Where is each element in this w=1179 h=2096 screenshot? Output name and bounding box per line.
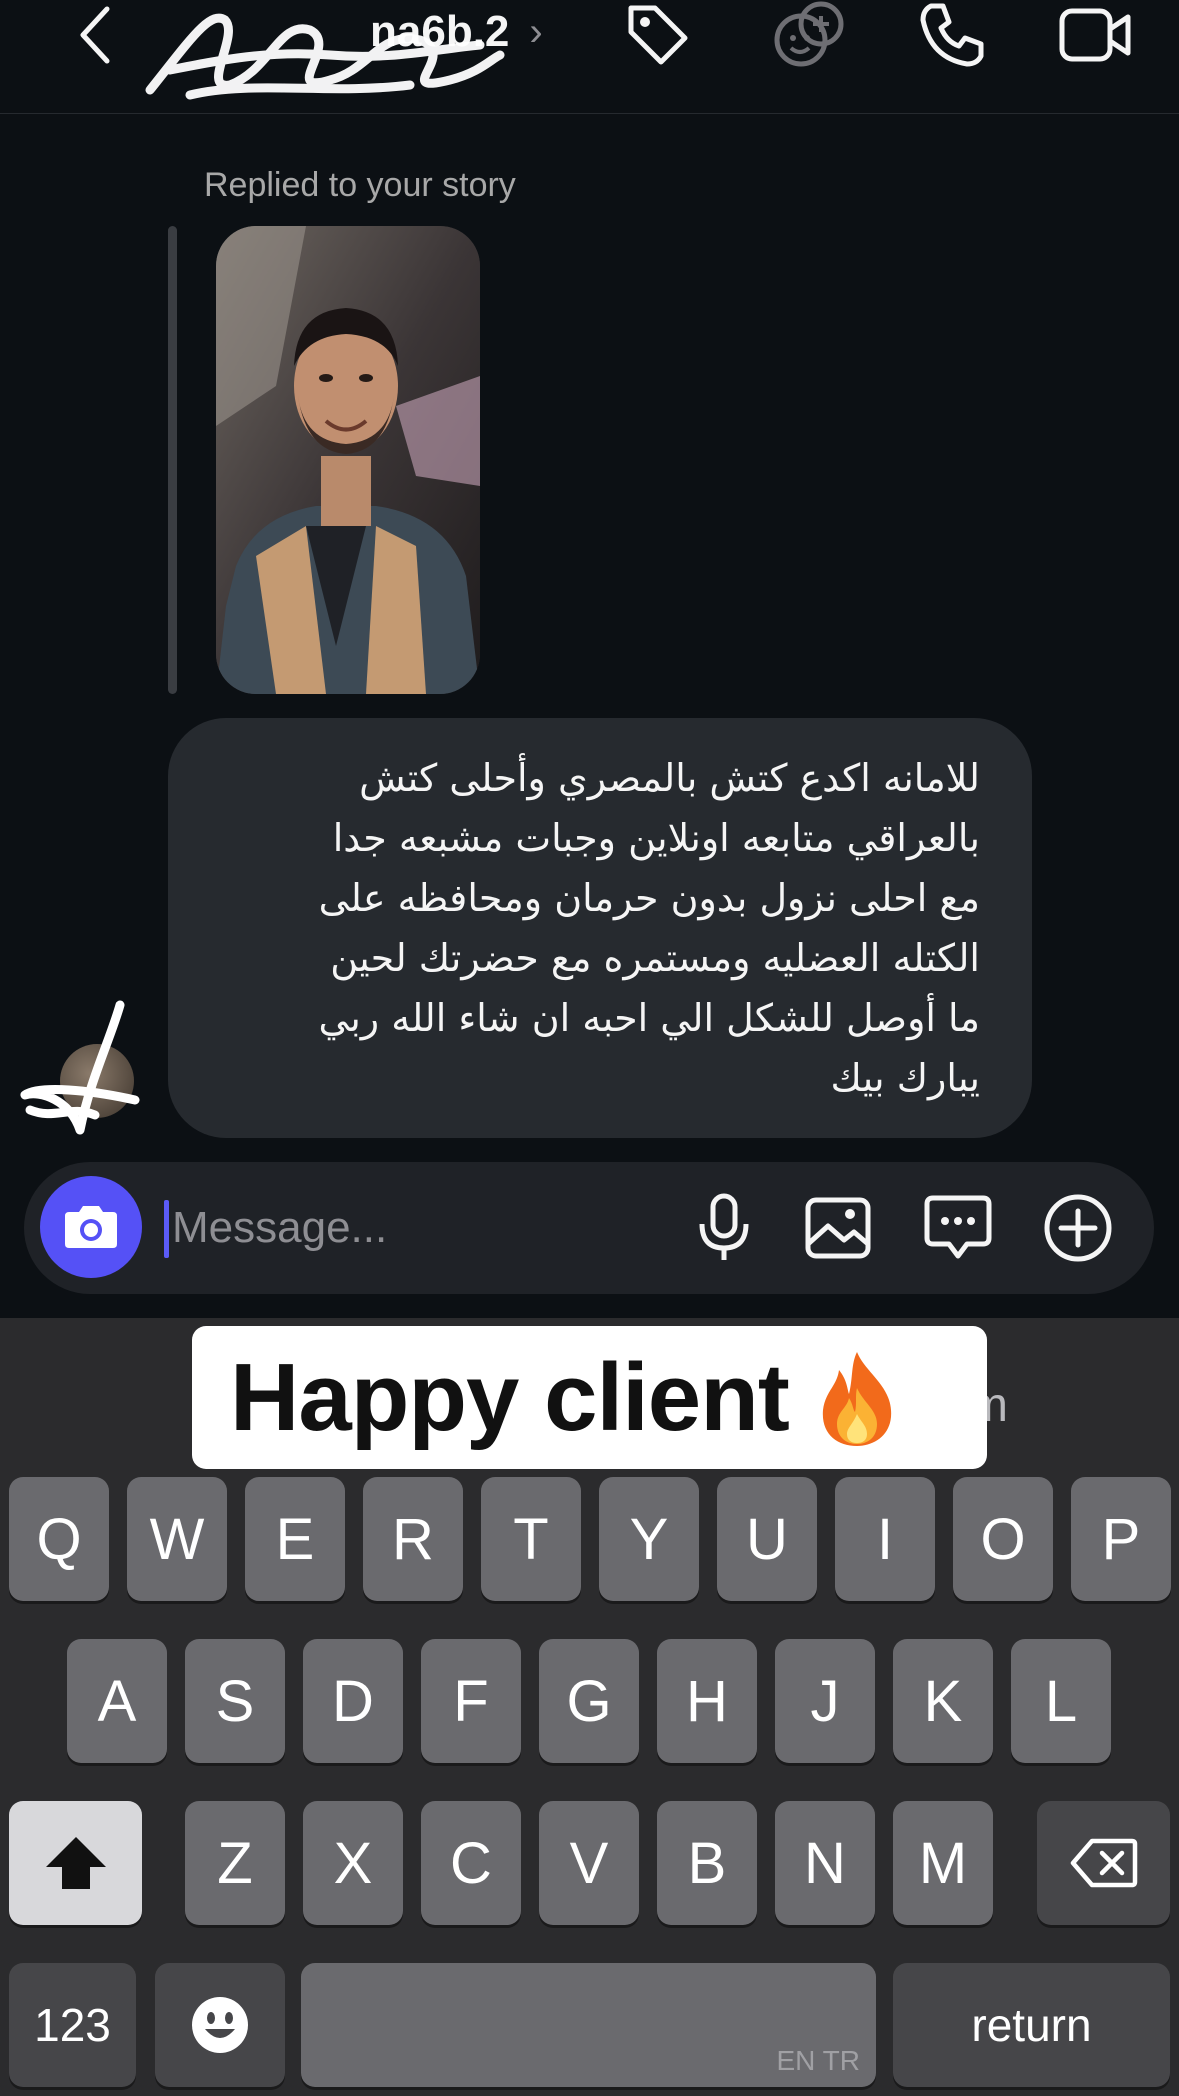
game-controller-icon[interactable] [764, 0, 854, 70]
fire-emoji-icon [822, 1351, 891, 1446]
key-c[interactable]: C [421, 1801, 521, 1925]
key-g[interactable]: G [539, 1639, 639, 1763]
key-l[interactable]: L [1011, 1639, 1111, 1763]
key-p[interactable]: P [1071, 1477, 1171, 1601]
key-z[interactable]: Z [185, 1801, 285, 1925]
microphone-icon[interactable] [684, 1188, 764, 1268]
key-h[interactable]: H [657, 1639, 757, 1763]
key-t[interactable]: T [481, 1477, 581, 1601]
key-f[interactable]: F [421, 1639, 521, 1763]
emoji-icon [192, 1997, 248, 2053]
key-m[interactable]: M [893, 1801, 993, 1925]
caption-text: Happy client [230, 1343, 790, 1451]
backspace-key[interactable] [1037, 1801, 1170, 1925]
key-n[interactable]: N [775, 1801, 875, 1925]
key-v[interactable]: V [539, 1801, 639, 1925]
shift-key[interactable] [9, 1801, 142, 1925]
key-a[interactable]: A [67, 1639, 167, 1763]
message-line: مع احلى نزول بدون حرمان ومحافظه على [318, 876, 980, 920]
key-u[interactable]: U [717, 1477, 817, 1601]
key-k[interactable]: K [893, 1639, 993, 1763]
sticker-chat-icon[interactable] [918, 1188, 998, 1268]
key-j[interactable]: J [775, 1639, 875, 1763]
back-chevron-icon[interactable] [60, 0, 130, 70]
tag-icon[interactable] [618, 0, 698, 70]
avatar-redaction-scribble [20, 1000, 140, 1135]
key-y[interactable]: Y [599, 1477, 699, 1601]
message-line: ما أوصل للشكل الي احبه ان شاء الله ربي [318, 996, 980, 1040]
key-r[interactable]: R [363, 1477, 463, 1601]
camera-icon [65, 1206, 117, 1248]
reply-indicator-bar [168, 226, 177, 694]
key-w[interactable]: W [127, 1477, 227, 1601]
emoji-key[interactable] [155, 1963, 285, 2087]
backspace-icon [1070, 1838, 1137, 1888]
key-i[interactable]: I [835, 1477, 935, 1601]
key-x[interactable]: X [303, 1801, 403, 1925]
message-line: بالعراقي متابعه اونلاين وجبات مشبعه جدا [332, 816, 980, 860]
plus-circle-icon[interactable] [1038, 1188, 1118, 1268]
camera-button[interactable] [40, 1176, 142, 1278]
message-line: الكتله العضليه ومستمره مع حضرتك لحين [330, 936, 980, 980]
message-bubble[interactable]: للامانه اكدع كتش بالمصري وأحلى كتش بالعر… [168, 718, 1032, 1138]
story-thumbnail[interactable] [216, 226, 480, 694]
text-cursor [164, 1200, 169, 1258]
key-o[interactable]: O [953, 1477, 1053, 1601]
key-e[interactable]: E [245, 1477, 345, 1601]
message-input[interactable] [172, 1192, 652, 1264]
key-q[interactable]: Q [9, 1477, 109, 1601]
return-key[interactable]: return [893, 1963, 1170, 2087]
message-line: يبارك بيك [830, 1056, 980, 1100]
message-composer [24, 1162, 1154, 1294]
key-d[interactable]: D [303, 1639, 403, 1763]
key-b[interactable]: B [657, 1801, 757, 1925]
replied-to-story-label: Replied to your story [204, 166, 516, 204]
story-photo [216, 226, 480, 694]
message-text: للامانه اكدع كتش بالمصري وأحلى كتش بالعر… [204, 748, 980, 1108]
video-camera-icon[interactable] [1056, 0, 1136, 70]
redaction-scribble [145, 13, 505, 100]
chevron-right-icon: › [529, 9, 543, 54]
gallery-icon[interactable] [798, 1188, 878, 1268]
phone-icon[interactable] [912, 0, 992, 70]
shift-arrow-icon [45, 1837, 106, 1889]
happy-client-caption: Happy client [192, 1326, 987, 1469]
keyboard-language-label: EN TR [776, 2045, 861, 2076]
chat-header: na6b.2 › [0, 0, 1179, 114]
numbers-key[interactable]: 123 [9, 1963, 136, 2087]
space-bar[interactable]: EN TR [301, 1963, 876, 2087]
key-s[interactable]: S [185, 1639, 285, 1763]
message-line: للامانه اكدع كتش بالمصري وأحلى كتش [359, 756, 980, 800]
